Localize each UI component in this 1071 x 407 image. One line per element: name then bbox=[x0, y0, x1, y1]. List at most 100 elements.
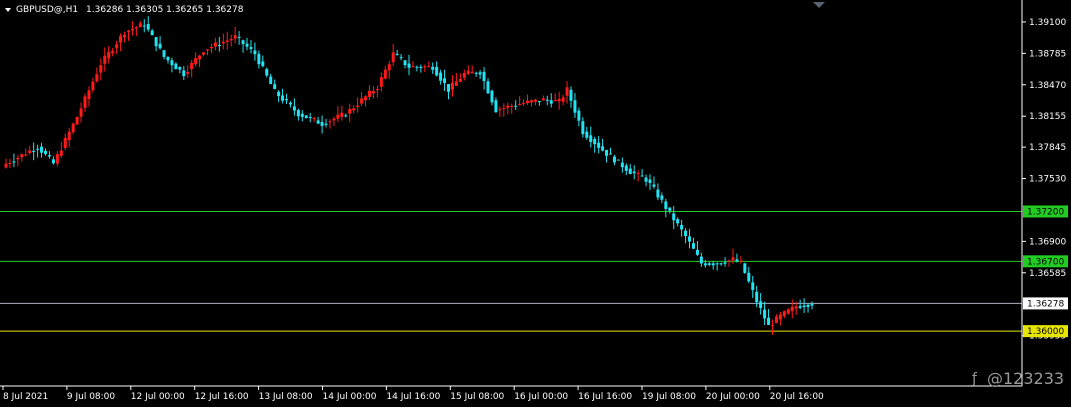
candle-body bbox=[360, 98, 364, 104]
candle-body bbox=[367, 90, 371, 97]
candle-body bbox=[198, 55, 202, 60]
candle-body bbox=[237, 36, 241, 38]
candle-body bbox=[99, 65, 103, 73]
candle-body bbox=[427, 65, 431, 67]
candle-body bbox=[798, 306, 802, 308]
candle-body bbox=[292, 106, 296, 111]
candle-body bbox=[249, 47, 253, 49]
candle-body bbox=[288, 102, 292, 105]
candle-body bbox=[431, 66, 435, 70]
candle-body bbox=[4, 163, 8, 168]
candle-body bbox=[569, 89, 573, 101]
candle-body bbox=[640, 175, 644, 177]
candle-body bbox=[379, 77, 383, 87]
candle-body bbox=[221, 41, 225, 44]
candle-body bbox=[632, 171, 636, 174]
candle-body bbox=[209, 47, 213, 49]
candle-body bbox=[664, 201, 668, 209]
candle-body bbox=[545, 99, 549, 101]
y-tick-label: 1.38785 bbox=[1029, 49, 1066, 59]
candle-body bbox=[51, 159, 55, 164]
candle-body bbox=[778, 314, 782, 320]
y-tick-label: 1.39100 bbox=[1029, 18, 1066, 28]
candle-body bbox=[514, 105, 518, 107]
candle-body bbox=[123, 34, 127, 38]
candle-body bbox=[561, 97, 565, 102]
candle-body bbox=[162, 50, 166, 57]
candle-body bbox=[24, 154, 28, 156]
candle-body bbox=[565, 87, 569, 96]
candle-body bbox=[233, 35, 237, 39]
candle-body bbox=[589, 135, 593, 142]
candle-body bbox=[356, 105, 360, 107]
candle-body bbox=[443, 78, 447, 84]
candle-body bbox=[498, 109, 502, 111]
candle-body bbox=[213, 42, 217, 47]
candle-body bbox=[12, 161, 16, 163]
candle-body bbox=[533, 99, 537, 102]
candle-body bbox=[652, 184, 656, 187]
candle-body bbox=[502, 107, 506, 109]
x-tick-label: 12 Jul 00:00 bbox=[131, 392, 185, 402]
candle-body bbox=[474, 72, 478, 74]
candle-body bbox=[178, 67, 182, 70]
candle-body bbox=[447, 84, 451, 92]
x-tick-label: 20 Jul 16:00 bbox=[770, 392, 824, 402]
candle-body bbox=[482, 71, 486, 82]
candle-body bbox=[67, 131, 71, 141]
candle-body bbox=[320, 122, 324, 126]
candle-body bbox=[672, 213, 676, 221]
x-tick-label: 12 Jul 16:00 bbox=[195, 392, 249, 402]
candle-body bbox=[103, 55, 107, 64]
candle-body bbox=[336, 114, 340, 119]
candle-body bbox=[186, 71, 190, 74]
candle-body bbox=[154, 37, 158, 47]
candle-body bbox=[557, 98, 561, 102]
y-tick-label: 1.37845 bbox=[1029, 143, 1066, 153]
candle-body bbox=[344, 115, 348, 117]
candle-body bbox=[699, 256, 703, 264]
y-tick-label: 1.36585 bbox=[1029, 269, 1066, 279]
ohlc-readout: 1.36286 1.36305 1.36265 1.36278 bbox=[86, 5, 244, 15]
candle-body bbox=[609, 153, 612, 155]
candle-body bbox=[308, 117, 312, 119]
candle-body bbox=[518, 103, 522, 105]
candle-body bbox=[170, 60, 174, 66]
candle-body bbox=[656, 189, 660, 198]
candle-body bbox=[83, 96, 87, 108]
candle-body bbox=[411, 66, 415, 68]
candle-body bbox=[439, 72, 443, 81]
candle-body bbox=[585, 131, 589, 138]
candle-body bbox=[490, 90, 494, 103]
candle-body bbox=[506, 105, 510, 108]
candle-body bbox=[206, 49, 209, 51]
symbol-label: GBPUSD@,H1 bbox=[16, 5, 78, 15]
candle-body bbox=[620, 162, 624, 168]
candle-body bbox=[526, 100, 530, 104]
candle-body bbox=[612, 156, 616, 163]
candle-body bbox=[648, 179, 652, 183]
candle-body bbox=[166, 56, 170, 61]
candle-body bbox=[126, 30, 130, 32]
candle-body bbox=[577, 110, 581, 121]
candle-body bbox=[296, 110, 300, 117]
candle-body bbox=[312, 117, 316, 119]
candle-body bbox=[257, 53, 261, 65]
candle-body bbox=[806, 304, 810, 308]
candle-body bbox=[423, 66, 427, 68]
price-chart[interactable]: 1.39100 1.38785 1.38470 1.38155 1.37845 1.375… bbox=[0, 0, 1071, 407]
candle-body bbox=[202, 52, 206, 55]
candle-body bbox=[415, 66, 419, 68]
candle-body bbox=[348, 109, 352, 114]
candle-body bbox=[63, 137, 67, 148]
candle-body bbox=[91, 81, 95, 91]
candle-body bbox=[628, 168, 632, 174]
candle-body bbox=[261, 61, 265, 67]
candle-body bbox=[601, 146, 605, 151]
candle-body bbox=[395, 53, 399, 55]
candle-body bbox=[770, 325, 774, 327]
candle-body bbox=[802, 305, 806, 308]
candle-body bbox=[190, 62, 194, 70]
candle-body bbox=[229, 39, 233, 41]
candle-body bbox=[711, 263, 715, 266]
